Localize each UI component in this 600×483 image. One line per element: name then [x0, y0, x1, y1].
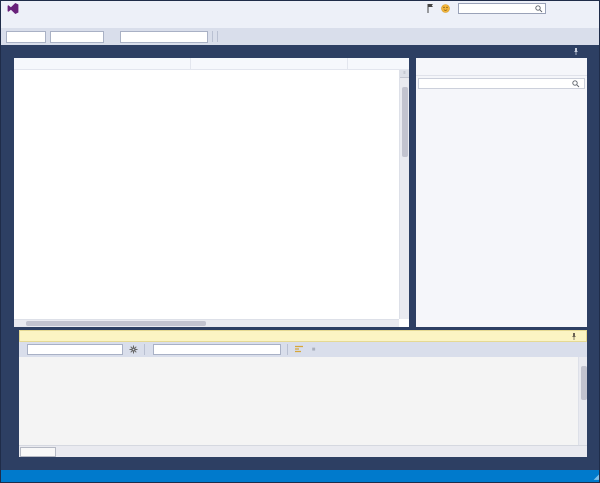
- menu-bar: [1, 16, 600, 28]
- package-source-settings-gear-icon[interactable]: [128, 343, 139, 356]
- solution-configuration-dropdown[interactable]: [6, 31, 46, 43]
- title-bar[interactable]: [1, 1, 600, 16]
- code-area[interactable]: [14, 70, 399, 319]
- solution-explorer-header[interactable]: [416, 45, 587, 58]
- quick-launch-box[interactable]: [458, 3, 546, 14]
- status-bar: ◢: [1, 470, 600, 483]
- main-toolbar: [1, 28, 600, 45]
- solution-explorer-search-box[interactable]: [418, 78, 585, 89]
- visual-studio-logo-icon: [7, 3, 19, 14]
- search-icon: [535, 5, 543, 13]
- scroll-up-icon[interactable]: [579, 357, 587, 365]
- minimize-button[interactable]: [551, 2, 567, 15]
- quick-launch-input[interactable]: [461, 5, 535, 12]
- console-output[interactable]: [19, 357, 587, 445]
- scroll-down-icon[interactable]: [400, 311, 409, 319]
- editor-horizontal-scrollbar[interactable]: [14, 319, 399, 327]
- editor-navigation-bar: [14, 58, 409, 70]
- feedback-smiley-icon[interactable]: [441, 4, 450, 13]
- package-manager-console-panel: ■: [19, 330, 587, 457]
- toolbar-separator: [287, 344, 288, 355]
- scroll-down-icon[interactable]: [579, 437, 587, 445]
- stop-icon: ■: [308, 343, 319, 356]
- solution-platform-dropdown[interactable]: [50, 31, 104, 43]
- scrollbar-thumb[interactable]: [26, 321, 206, 326]
- toolbar-separator: [212, 31, 213, 42]
- scrollbar-thumb[interactable]: [402, 87, 408, 157]
- breadcrumb-type-dropdown[interactable]: [191, 58, 348, 69]
- package-source-dropdown[interactable]: [27, 344, 123, 355]
- scroll-up-icon[interactable]: [400, 78, 409, 86]
- visual-studio-window: ≡: [0, 0, 600, 483]
- right-tool-strip: [587, 45, 600, 327]
- default-project-dropdown[interactable]: [153, 344, 281, 355]
- editor-splitter-handle[interactable]: ≡: [400, 70, 409, 78]
- scroll-left-icon[interactable]: [14, 320, 23, 327]
- editor-vertical-scrollbar[interactable]: ≡: [399, 70, 409, 319]
- package-manager-console-header[interactable]: [19, 330, 587, 342]
- query-status-dropdown[interactable]: [120, 31, 208, 43]
- scroll-right-icon[interactable]: [390, 320, 399, 327]
- breadcrumb-member-dropdown[interactable]: [348, 58, 409, 69]
- pin-icon[interactable]: [573, 48, 579, 55]
- clear-console-icon[interactable]: [293, 343, 304, 356]
- left-tool-strip: [1, 45, 14, 327]
- console-horizontal-scrollbar[interactable]: [57, 447, 586, 457]
- solution-explorer-toolbar: [416, 58, 587, 76]
- notifications-flag-icon[interactable]: [427, 4, 435, 13]
- breadcrumb-project-dropdown[interactable]: [14, 58, 191, 69]
- scrollbar-thumb[interactable]: [581, 366, 587, 400]
- document-overflow-icon[interactable]: [406, 45, 409, 58]
- console-vertical-scrollbar[interactable]: [578, 357, 587, 445]
- pmc-toolbar: ■: [19, 342, 587, 357]
- toolbar-separator: [144, 344, 145, 355]
- solution-explorer-search-input[interactable]: [419, 80, 572, 87]
- zoom-level-dropdown[interactable]: [20, 447, 56, 457]
- console-zoom-row: [19, 445, 587, 457]
- resize-grip[interactable]: ◢: [594, 473, 599, 481]
- code-editor[interactable]: ≡: [14, 58, 409, 327]
- toolbar-separator: [217, 31, 218, 42]
- solution-explorer-panel: [416, 58, 587, 327]
- pin-icon[interactable]: [571, 333, 577, 340]
- search-icon: [572, 80, 580, 88]
- maximize-button[interactable]: [567, 2, 583, 15]
- close-button[interactable]: [583, 2, 599, 15]
- document-tab-bar: [14, 45, 409, 58]
